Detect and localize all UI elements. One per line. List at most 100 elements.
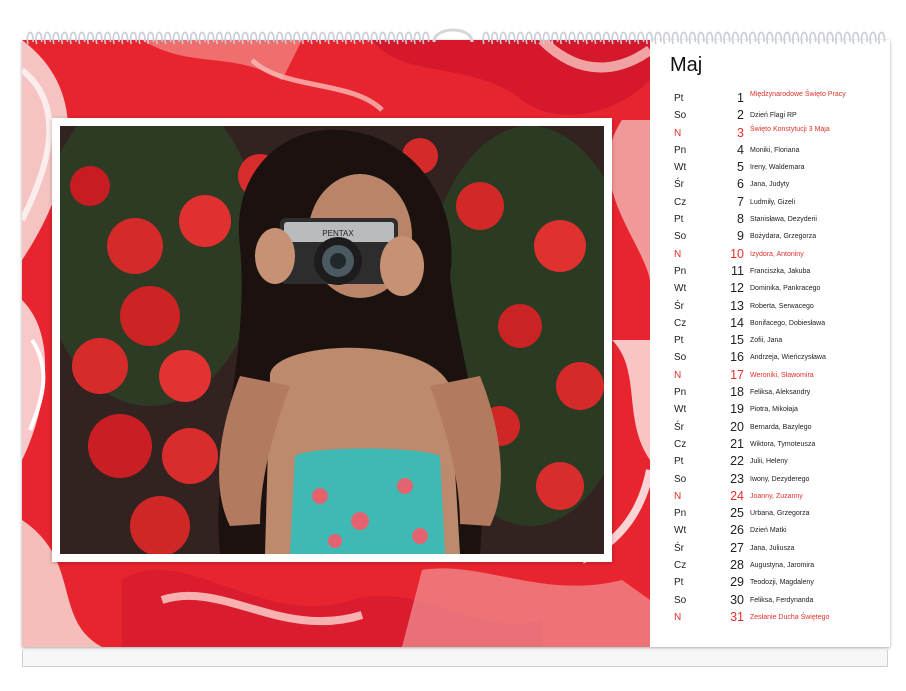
spiral-loop <box>112 31 120 45</box>
spiral-loop <box>258 31 267 45</box>
name-day: Dzień Flagi RP <box>750 112 797 120</box>
day-of-week: N <box>674 127 682 139</box>
spiral-loop <box>516 31 525 45</box>
spiral-loop <box>232 31 241 45</box>
day-row: Cz 21 Wiktora, Tymoteusza <box>674 436 884 453</box>
day-number: 18 <box>730 385 744 400</box>
spiral-loop <box>791 31 800 45</box>
spiral-loop <box>834 31 843 45</box>
day-of-week: Cz <box>674 560 687 572</box>
spiral-loop <box>379 31 387 45</box>
day-number: 15 <box>730 333 744 348</box>
day-row: So 2 Dzień Flagi RP <box>674 107 884 124</box>
name-day: Bożydara, Grzegorza <box>750 233 817 241</box>
day-of-week: N <box>674 248 682 260</box>
spiral-loop <box>748 31 757 45</box>
spiral-loop <box>542 31 550 45</box>
spiral-loop <box>800 31 808 45</box>
day-of-week: Pn <box>674 508 687 520</box>
day-of-week: So <box>674 110 687 122</box>
name-day: Teodozji, Magdaleny <box>750 579 814 587</box>
spiral-loop <box>559 31 568 45</box>
day-number: 14 <box>730 315 744 330</box>
day-number: 27 <box>730 540 744 555</box>
day-number: 16 <box>730 350 744 365</box>
day-row: Pn 18 Feliksa, Aleksandry <box>674 384 884 401</box>
day-of-week: Pt <box>674 335 684 347</box>
day-list: Pt 1 Międzynarodowe Święto Pracy So 2 Dzień F… <box>674 90 884 626</box>
spiral-loop <box>705 31 714 45</box>
day-number: 2 <box>737 108 744 123</box>
name-day: Dominika, Pankracego <box>750 285 821 293</box>
day-number: 5 <box>737 160 744 175</box>
photo-woman-with-camera: PENTAX <box>60 126 604 554</box>
calendar-page-stack <box>22 650 888 670</box>
spiral-loop <box>585 31 593 45</box>
name-day: Iwony, Dezyderego <box>750 475 810 483</box>
name-day: Święto Konstytucji 3 Maja <box>750 125 830 133</box>
day-of-week: So <box>674 594 687 606</box>
spiral-loop <box>189 31 198 45</box>
day-of-week: Pn <box>674 265 687 277</box>
day-row: Wt 12 Dominika, Pankracego <box>674 280 884 297</box>
day-of-week: Pt <box>674 456 684 468</box>
photo-illustration: PENTAX <box>60 126 604 554</box>
name-day: Feliksa, Ferdynanda <box>750 596 814 604</box>
day-number: 11 <box>731 263 744 278</box>
day-number: 10 <box>730 246 744 261</box>
day-number: 26 <box>730 523 744 538</box>
day-number: 20 <box>730 419 744 434</box>
day-row: Śr 13 Roberta, Serwacego <box>674 298 884 315</box>
spiral-loop <box>60 31 69 45</box>
day-row: Pt 1 Międzynarodowe Święto Pracy <box>674 90 884 107</box>
spiral-loop <box>628 31 636 45</box>
day-of-week: Cz <box>674 317 687 329</box>
spiral-loop <box>568 31 576 45</box>
spiral-loop <box>422 31 430 45</box>
day-row: Śr 20 Bernarda, Bazylego <box>674 419 884 436</box>
spiral-loop <box>714 31 722 45</box>
day-row: So 30 Feliksa, Ferdynanda <box>674 592 884 609</box>
name-day: Piotra, Mikołaja <box>750 406 798 414</box>
spiral-loop <box>774 31 783 45</box>
spiral-loop <box>508 31 516 45</box>
day-number: 13 <box>730 298 744 313</box>
spiral-loop <box>336 31 344 45</box>
name-day: Andrzeja, Wieńczysława <box>750 354 826 362</box>
spiral-loop <box>353 31 361 45</box>
day-row: N 24 Joanny, Zuzanny <box>674 488 884 505</box>
spiral-loop <box>215 31 224 45</box>
spiral-loop <box>267 31 275 45</box>
spiral-loop <box>250 31 258 45</box>
spiral-loop <box>310 31 318 45</box>
day-row: Pn 25 Urbana, Grzegorza <box>674 505 884 522</box>
name-day: Zofii, Jana <box>750 337 783 345</box>
spiral-loop <box>697 31 705 45</box>
spiral-loop <box>645 31 654 45</box>
spiral-loop <box>327 31 335 45</box>
spiral-loop <box>783 31 791 45</box>
day-row: Pn 11 Franciszka, Jakuba <box>674 263 884 280</box>
day-of-week: Śr <box>674 542 684 554</box>
day-of-week: Pn <box>674 387 687 399</box>
name-day: Roberta, Serwacego <box>750 302 814 310</box>
day-row: Śr 27 Jana, Juliusza <box>674 540 884 557</box>
spiral-loop <box>121 31 129 45</box>
hanger-hook <box>432 28 474 43</box>
day-of-week: Cz <box>674 438 687 450</box>
day-of-week: Wt <box>674 162 687 174</box>
day-number: 1 <box>737 91 744 105</box>
name-day: Franciszka, Jakuba <box>750 267 811 275</box>
spiral-loop <box>817 31 826 45</box>
day-row: N 31 Zesłanie Ducha Świętego <box>674 609 884 626</box>
spiral-loop <box>594 31 602 45</box>
month-title: Maj <box>670 54 703 76</box>
dates-panel: Maj Pt 1 Międzynarodowe Święto Pracy So 2 Dzi… <box>650 40 890 647</box>
day-number: 6 <box>737 177 744 192</box>
photo-frame: PENTAX <box>52 118 612 562</box>
spiral-loop <box>688 31 697 45</box>
day-row: Pt 15 Zofii, Jana <box>674 332 884 349</box>
spiral-loop <box>619 31 628 45</box>
spiral-loop <box>809 31 817 45</box>
spiral-loop <box>766 31 774 45</box>
